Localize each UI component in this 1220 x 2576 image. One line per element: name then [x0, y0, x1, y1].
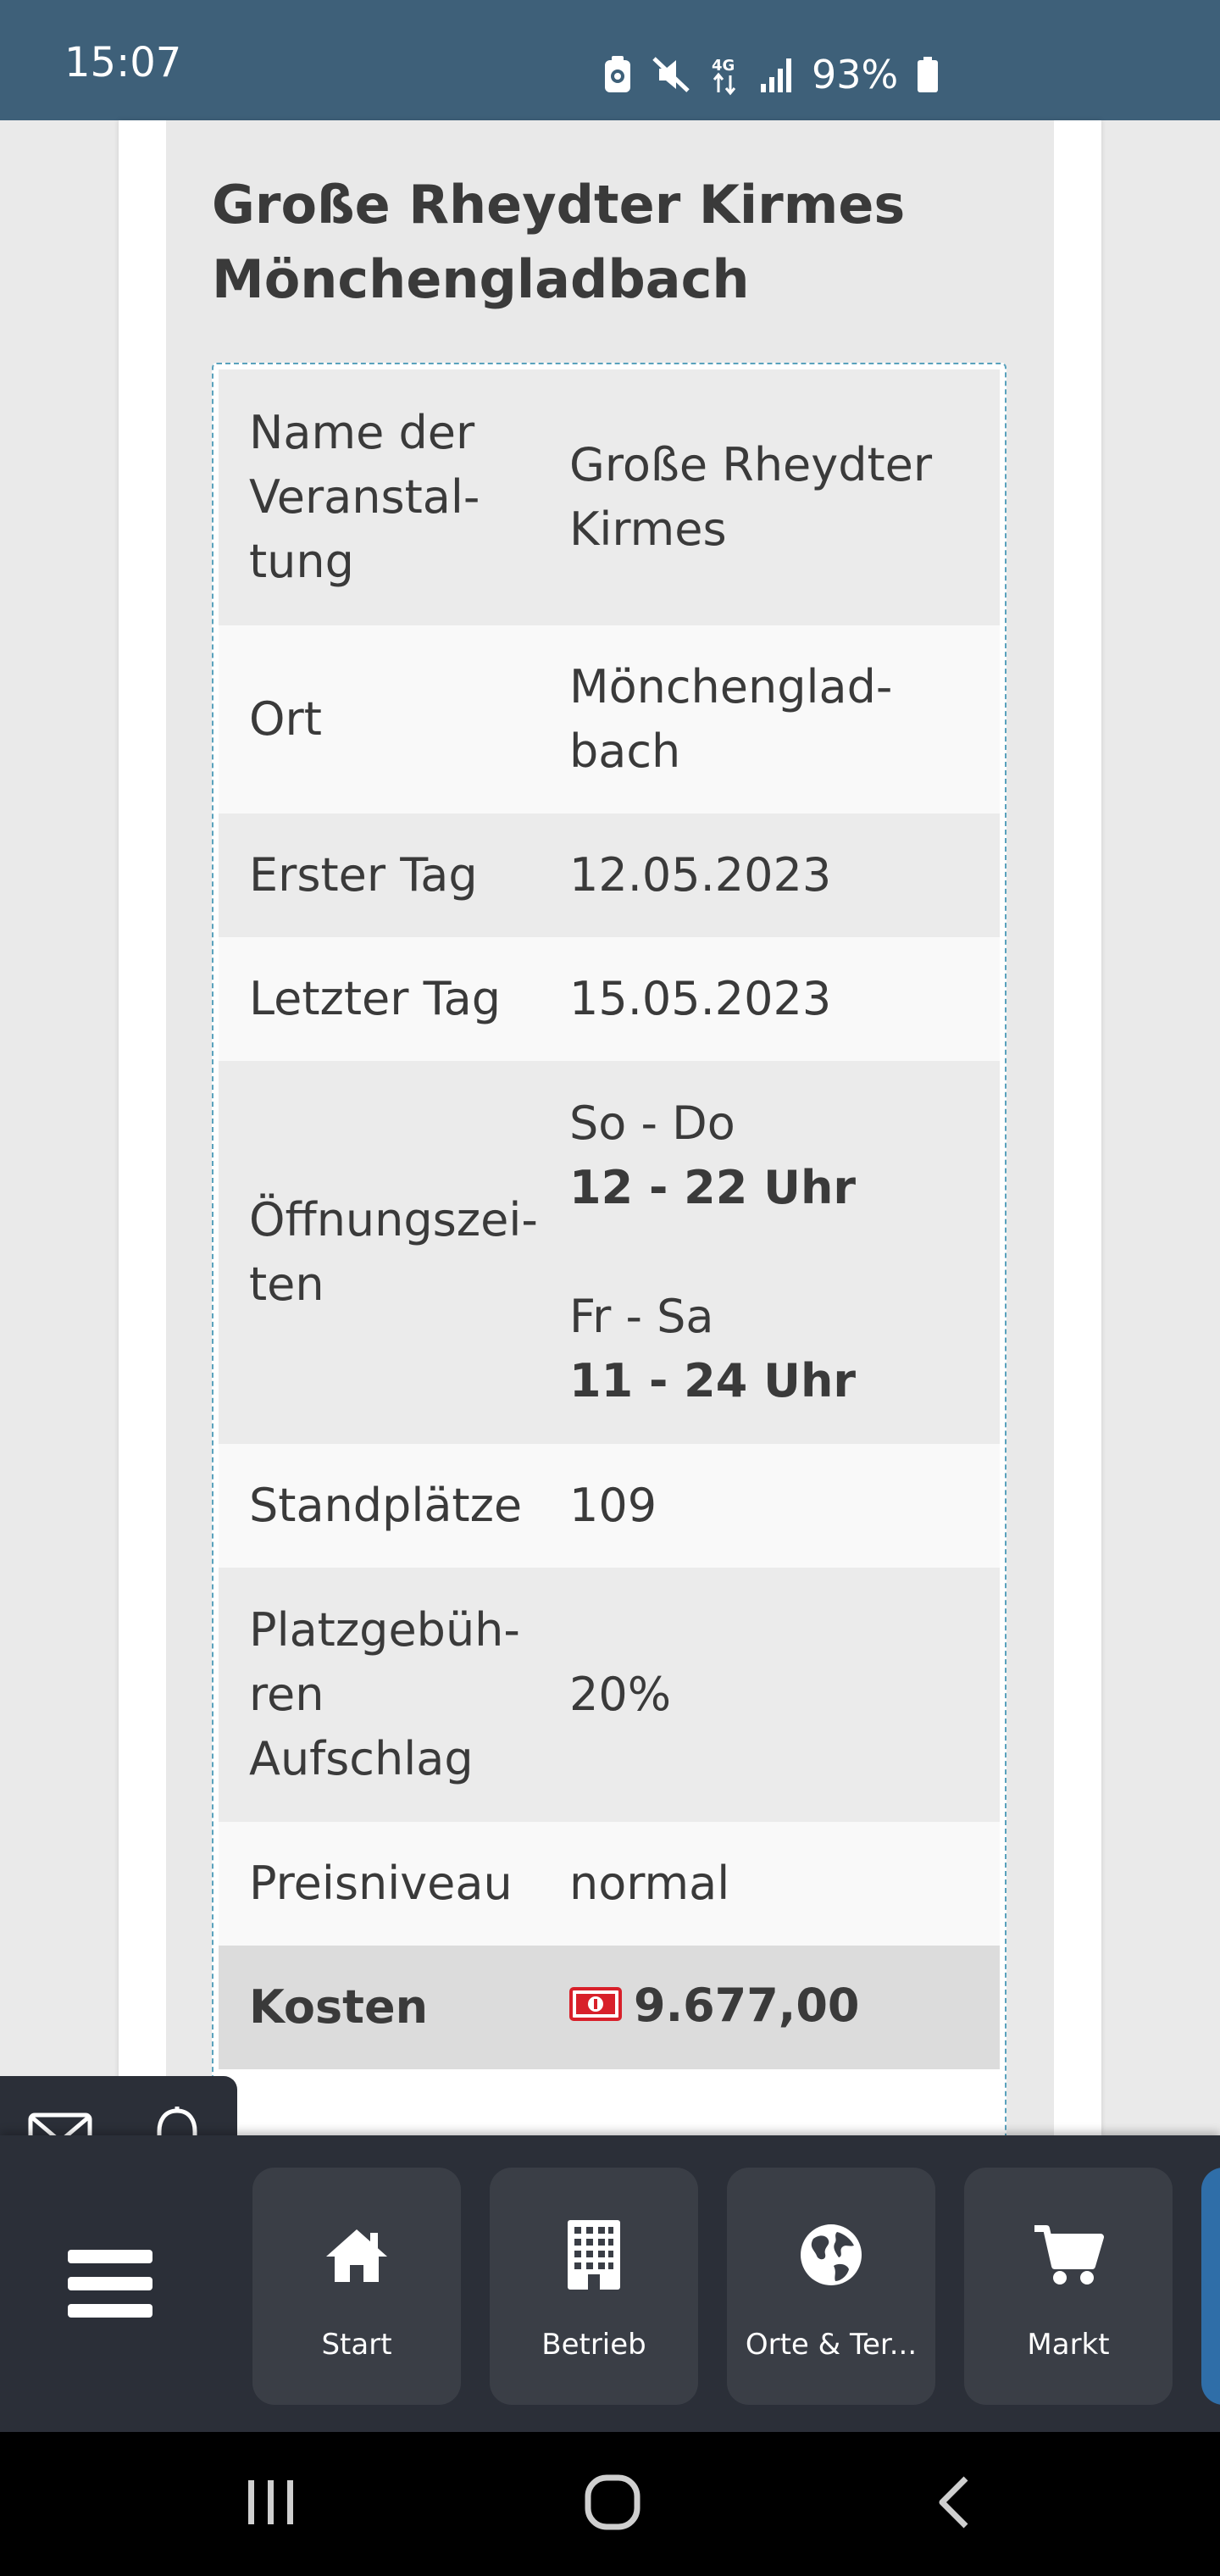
- label-letzter-tag: Letzter Tag: [249, 972, 502, 1025]
- label-erster-tag: Erster Tag: [249, 848, 478, 902]
- cart-icon: [964, 2217, 1173, 2293]
- building-icon: [490, 2217, 698, 2293]
- nav-tab-orte-termine[interactable]: Orte & Ter...: [727, 2168, 935, 2405]
- money-icon: [569, 1974, 622, 2038]
- nav-tab-markt[interactable]: Markt: [964, 2168, 1173, 2405]
- home-circle-icon: [584, 2473, 641, 2534]
- page-title: Große Rheydter Kirmes Mönchengladbach: [212, 168, 974, 317]
- signal-icon: [759, 55, 793, 94]
- 4g-data-icon: 4G: [710, 53, 740, 96]
- label-oeffnungszeiten: Öffnungszei- ten: [249, 1193, 538, 1311]
- hours-days-2: Fr - Sa: [569, 1290, 714, 1343]
- label-preisniveau: Preisniveau: [249, 1857, 513, 1910]
- page-title-line1: Große Rheydter Kirmes: [212, 174, 906, 236]
- page-title-line2: Mönchengladbach: [212, 248, 750, 310]
- recent-apps-button[interactable]: [225, 2457, 318, 2551]
- label-name: Name der Veranstal- tung: [249, 406, 480, 588]
- table-row-platzgebuehren: Platzgebüh- ren Aufschlag 20%: [219, 1568, 1000, 1822]
- label-standplaetze: Standplätze: [249, 1479, 523, 1532]
- table-row-standplaetze: Standplätze 109: [219, 1444, 1000, 1568]
- hours-days-1: So - Do: [569, 1096, 735, 1150]
- label-platzgebuehren: Platzgebüh- ren Aufschlag: [249, 1603, 520, 1785]
- value-standplaetze: 109: [569, 1479, 657, 1532]
- value-name: Große Rheydter Kirmes: [569, 438, 933, 556]
- back-button[interactable]: [907, 2457, 1000, 2551]
- mute-icon: [651, 55, 691, 94]
- value-letzter-tag: 15.05.2023: [569, 972, 832, 1025]
- table-row-ort: Ort Mönchenglad- bach: [219, 625, 1000, 813]
- nav-label-betrieb: Betrieb: [541, 2330, 646, 2359]
- globe-icon: [727, 2217, 935, 2293]
- battery-icon: [917, 55, 939, 94]
- hours-time-1: 12 - 22 Uhr: [569, 1161, 857, 1214]
- hours-time-2: 11 - 24 Uhr: [569, 1354, 857, 1407]
- event-details-card: Name der Veranstal- tung Große Rheydter …: [212, 363, 1006, 2142]
- status-time: 15:07: [64, 39, 182, 86]
- bottom-navigation: Start Betrieb Orte & Ter... Markt: [0, 2135, 1220, 2432]
- table-row-preisniveau: Preisniveau normal: [219, 1822, 1000, 1946]
- status-bar: 15:07 4G 93%: [0, 0, 1220, 120]
- back-icon: [934, 2475, 973, 2533]
- nav-label-orte-termine: Orte & Ter...: [745, 2330, 918, 2359]
- android-navigation-bar: [0, 2432, 1220, 2576]
- table-row-letzter-tag: Letzter Tag 15.05.2023: [219, 937, 1000, 1061]
- battery-percent: 93%: [812, 52, 899, 97]
- value-preisniveau: normal: [569, 1857, 730, 1910]
- home-icon: [252, 2217, 461, 2293]
- kosten-amount: 9.677,00: [634, 1979, 860, 2033]
- table-row-erster-tag: Erster Tag 12.05.2023: [219, 813, 1000, 937]
- android-system-icon: [603, 55, 632, 94]
- label-kosten: Kosten: [249, 1980, 429, 2034]
- label-ort: Ort: [249, 692, 322, 746]
- nav-tab-start[interactable]: Start: [252, 2168, 461, 2405]
- nav-tab-betrieb[interactable]: Betrieb: [490, 2168, 698, 2405]
- hamburger-menu-button[interactable]: [68, 2237, 169, 2330]
- value-kosten: 9.677,00: [569, 1946, 1000, 2069]
- value-ort: Mönchenglad- bach: [569, 660, 893, 778]
- value-oeffnungszeiten: So - Do 12 - 22 Uhr Fr - Sa 11 - 24 Uhr: [569, 1061, 1000, 1444]
- nav-label-start: Start: [321, 2330, 392, 2359]
- table-row-oeffnungszeiten: Öffnungszei- ten So - Do 12 - 22 Uhr Fr …: [219, 1061, 1000, 1444]
- table-row-name: Name der Veranstal- tung Große Rheydter …: [219, 369, 1000, 625]
- nav-label-markt: Markt: [1027, 2330, 1110, 2359]
- value-erster-tag: 12.05.2023: [569, 848, 832, 902]
- hamburger-menu-icon: [68, 2250, 152, 2263]
- home-system-button[interactable]: [566, 2457, 659, 2551]
- nav-tab-next-partial[interactable]: [1201, 2168, 1220, 2405]
- value-platzgebuehren: 20%: [569, 1668, 672, 1721]
- status-icons: 4G 93%: [603, 49, 939, 100]
- table-row-kosten: Kosten 9.677,00: [219, 1946, 1000, 2069]
- svg-text:4G: 4G: [712, 57, 735, 75]
- event-details-table: Name der Veranstal- tung Große Rheydter …: [219, 369, 1000, 2069]
- recent-apps-icon: [243, 2477, 299, 2531]
